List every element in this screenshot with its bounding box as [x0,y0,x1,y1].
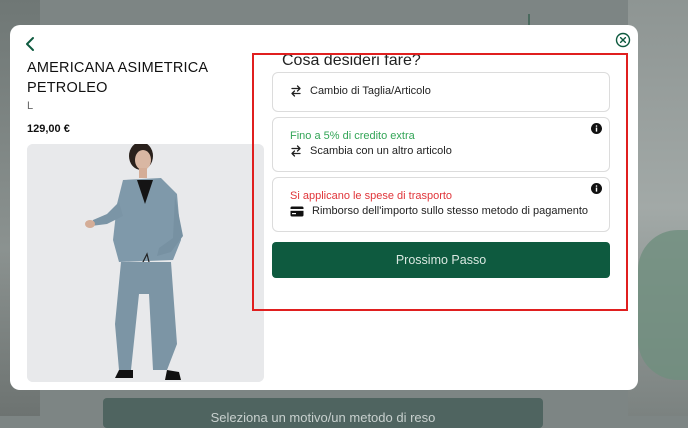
option-label: Scambia con un altro articolo [310,145,452,157]
swap-arrows-icon [291,145,301,157]
product-image [27,144,264,382]
product-price: 129,00 € [27,123,70,135]
option-size-exchange[interactable]: Cambio di Taglia/Articolo [272,72,610,112]
credit-card-icon [290,206,304,216]
info-icon[interactable] [591,183,602,194]
option-note-credit: Fino a 5% di credito extra [290,130,415,142]
close-button[interactable] [615,32,631,48]
option-label: Rimborso dell'importo sullo stesso metod… [312,205,589,217]
background-return-button-label: Seleziona un motivo/un metodo di reso [210,410,436,425]
background-return-button: Seleziona un motivo/un metodo di reso [103,398,543,428]
option-refund[interactable]: Si applicano le spese di trasporto Rimbo… [272,177,610,232]
option-note-shipping: Si applicano le spese di trasporto [290,190,453,202]
chevron-left-icon [26,37,34,51]
product-title: AMERICANA ASIMETRICA PETROLEO [27,60,208,96]
option-row: Rimborso dell'importo sullo stesso metod… [290,205,588,217]
option-row: Cambio di Taglia/Articolo [290,85,431,97]
swap-arrows-icon [291,85,301,97]
next-step-button[interactable]: Prossimo Passo [272,242,610,278]
info-icon[interactable] [591,123,602,134]
option-row: Scambia con un altro articolo [290,145,452,157]
background-decoration [638,230,688,380]
option-label: Cambio di Taglia/Articolo [310,85,431,97]
back-button[interactable] [22,35,40,53]
product-size: L [27,100,34,112]
close-circle-icon [615,32,631,48]
option-exchange-other-item[interactable]: Fino a 5% di credito extra Scambia con u… [272,117,610,172]
